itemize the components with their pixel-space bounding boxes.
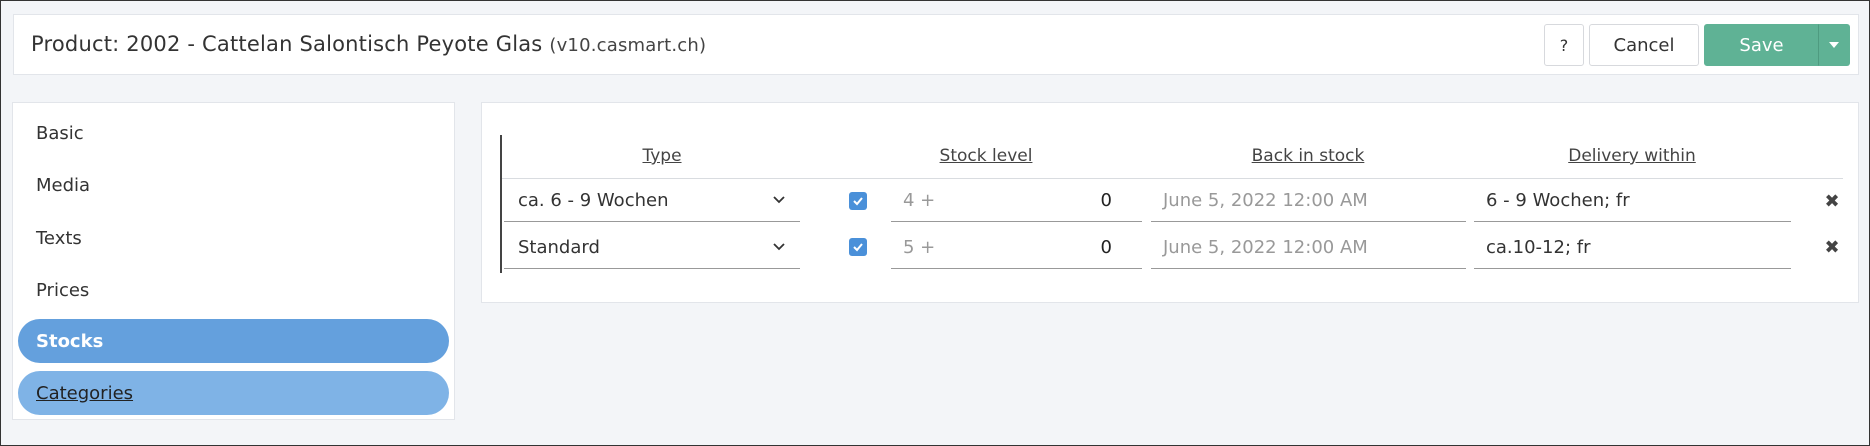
delete-row-icon[interactable]: ✖ [1820,237,1844,258]
sidebar-item-media[interactable]: Media [18,163,449,207]
page-title: Product: 2002 - Cattelan Salontisch Peyo… [31,32,706,56]
chevron-down-icon [773,243,785,251]
sidebar-item-stocks[interactable]: Stocks [18,319,449,363]
save-button[interactable]: Save [1704,24,1819,66]
table-left-border [500,135,502,273]
sidebar-item-prices[interactable]: Prices [18,268,449,312]
sidebar-item-label: Categories [36,382,134,404]
delivery-within-value: 6 - 9 Wochen; fr [1486,190,1630,211]
delete-row-icon[interactable]: ✖ [1820,191,1844,212]
stocks-panel: Type Stock level Back in stock Delivery … [481,102,1859,303]
column-header-type[interactable]: Type [642,146,681,166]
checkmark-icon [853,197,863,206]
type-select-value: ca. 6 - 9 Wochen [518,190,669,211]
save-options-button[interactable] [1818,24,1850,66]
sidebar-item-label: Media [36,174,91,196]
sidebar-item-label: Stocks [36,330,104,352]
back-in-stock-input[interactable]: June 5, 2022 12:00 AM [1151,227,1466,269]
cancel-button[interactable]: Cancel [1589,24,1699,66]
column-header-stock-level[interactable]: Stock level [940,146,1033,166]
page-header: Product: 2002 - Cattelan Salontisch Peyo… [13,14,1859,75]
type-select[interactable]: ca. 6 - 9 Wochen [504,180,800,222]
active-checkbox[interactable] [849,192,867,210]
stock-level-value: 0 [1100,237,1112,258]
delivery-within-value: ca.10-12; fr [1486,237,1591,258]
sidebar-item-texts[interactable]: Texts [18,216,449,260]
stock-level-input[interactable]: 4 + 0 [891,180,1142,222]
delivery-within-input[interactable]: 6 - 9 Wochen; fr [1474,180,1791,222]
sidebar-item-label: Prices [36,279,90,301]
stock-level-input[interactable]: 5 + 0 [891,227,1142,269]
back-in-stock-input[interactable]: June 5, 2022 12:00 AM [1151,180,1466,222]
product-title: Product: 2002 - Cattelan Salontisch Peyo… [31,32,543,56]
sidebar-item-label: Texts [36,227,82,249]
column-header-delivery-within[interactable]: Delivery within [1568,146,1696,166]
column-header-back-in-stock[interactable]: Back in stock [1252,146,1365,166]
type-select-value: Standard [518,237,600,258]
active-checkbox[interactable] [849,238,867,256]
type-select[interactable]: Standard [504,227,800,269]
checkmark-icon [853,243,863,252]
back-in-stock-value: June 5, 2022 12:00 AM [1163,190,1368,211]
sidebar-item-label: Basic [36,122,84,144]
shop-domain: (v10.casmart.ch) [549,35,707,56]
sidebar-item-basic[interactable]: Basic [18,111,449,155]
chevron-down-icon [773,196,785,204]
delivery-within-input[interactable]: ca.10-12; fr [1474,227,1791,269]
help-button[interactable]: ? [1544,24,1584,66]
header-divider [502,178,1843,179]
caret-down-icon [1829,42,1839,48]
stock-level-value: 0 [1100,190,1112,211]
sidebar-nav: Basic Media Texts Prices Stocks Categori… [12,102,455,420]
back-in-stock-value: June 5, 2022 12:00 AM [1163,237,1368,258]
sidebar-item-categories[interactable]: Categories [18,371,449,415]
